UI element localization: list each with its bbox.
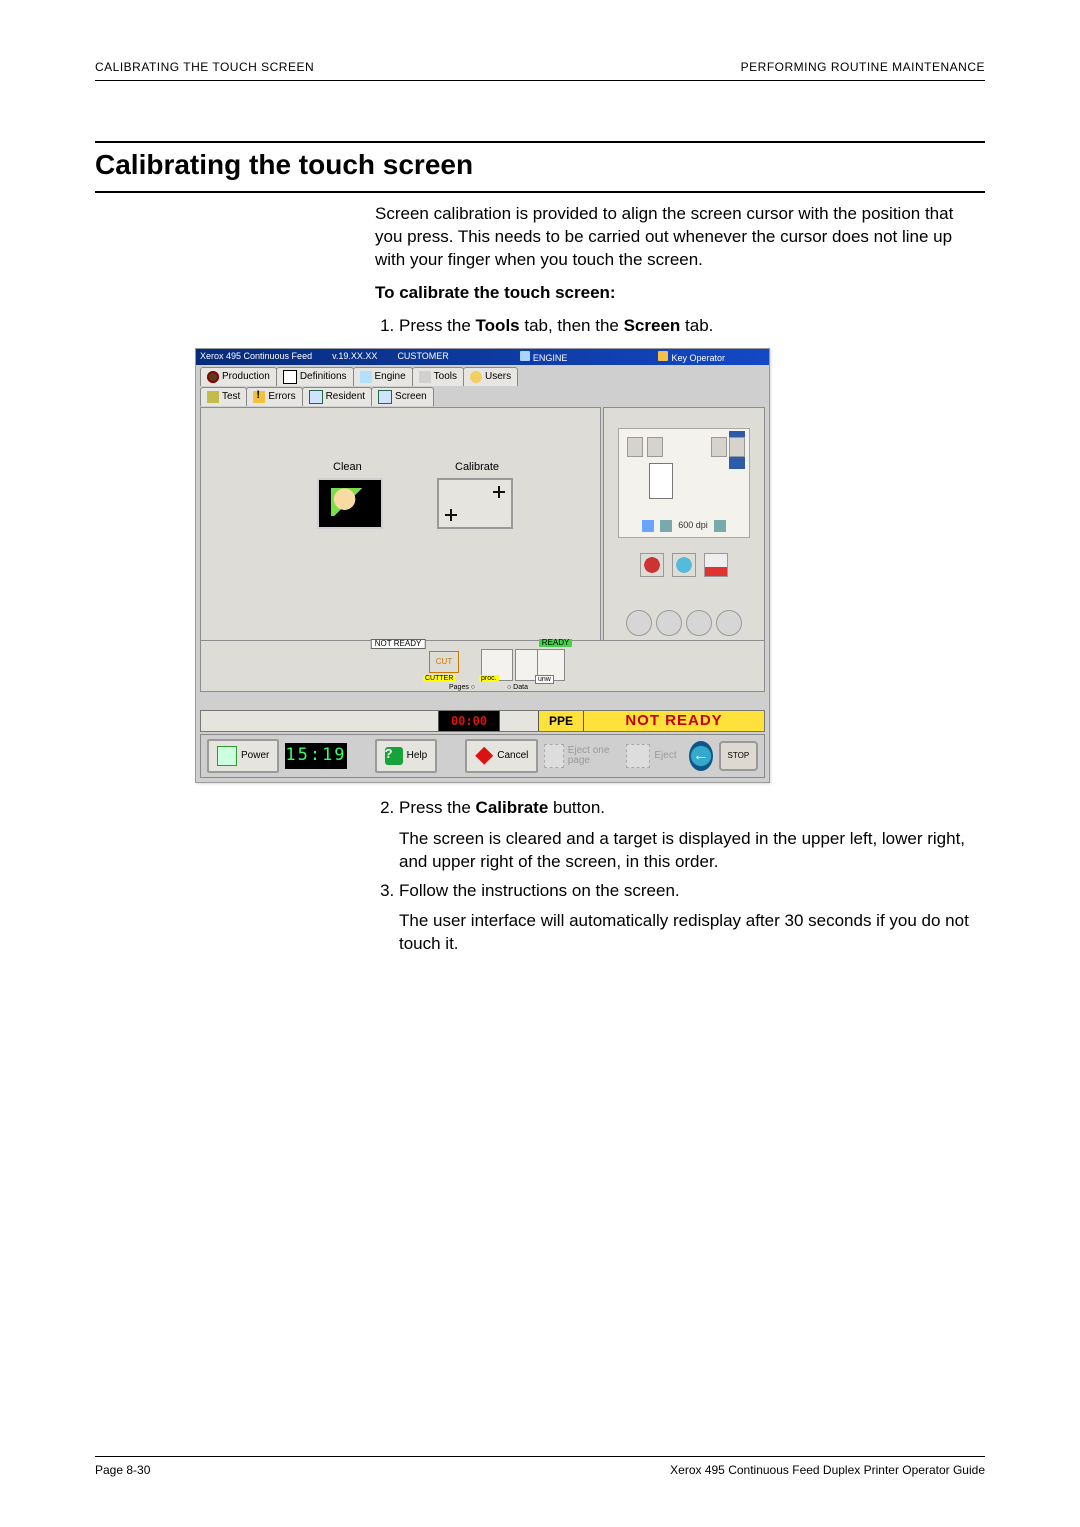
status-icon[interactable] bbox=[672, 553, 696, 577]
calibrate-button[interactable] bbox=[437, 478, 513, 529]
cutter-label: CUTTER bbox=[423, 675, 455, 682]
test-icon bbox=[207, 391, 219, 403]
titlebar-keyop-group: Key Operator bbox=[658, 351, 745, 363]
errors-icon bbox=[253, 391, 265, 403]
step-2-follow: The screen is cleared and a target is di… bbox=[399, 828, 985, 874]
running-footer: Page 8-30 Xerox 495 Continuous Feed Dupl… bbox=[95, 1456, 985, 1477]
tab-errors[interactable]: Errors bbox=[246, 387, 302, 406]
target-icon bbox=[493, 486, 505, 498]
engine-tab-icon bbox=[360, 371, 372, 383]
step-1: Press the Tools tab, then the Screen tab… bbox=[399, 315, 985, 338]
main-tabs: Production Definitions Engine Tools User… bbox=[200, 367, 517, 386]
tab-resident[interactable]: Resident bbox=[302, 387, 372, 406]
calibrate-label: Calibrate bbox=[455, 462, 499, 473]
back-round-button[interactable]: ← bbox=[689, 741, 713, 771]
mimic-slot-icon bbox=[649, 463, 673, 499]
clean-button[interactable] bbox=[317, 478, 383, 529]
header-rule bbox=[95, 80, 985, 81]
resident-icon bbox=[309, 390, 323, 404]
guide-title: Xerox 495 Continuous Feed Duplex Printer… bbox=[670, 1463, 985, 1477]
tab-production[interactable]: Production bbox=[200, 367, 277, 386]
tab-tools[interactable]: Tools bbox=[412, 367, 464, 386]
button-bar: Power 15:19 ? Help Cancel Eject one page… bbox=[200, 734, 765, 778]
users-icon bbox=[470, 371, 482, 383]
running-header-right: PERFORMING ROUTINE MAINTENANCE bbox=[741, 60, 985, 74]
cancel-button[interactable]: Cancel bbox=[465, 739, 538, 773]
titlebar-engine-group: ENGINE bbox=[520, 351, 588, 363]
mimic-chip-icon bbox=[729, 457, 745, 469]
data-label: ○ Data bbox=[507, 684, 528, 691]
tab-definitions[interactable]: Definitions bbox=[276, 367, 354, 386]
status-clock: 00:00 bbox=[438, 711, 499, 731]
titlebar-product: Xerox 495 Continuous Feed bbox=[200, 352, 312, 361]
step-3-follow: The user interface will automatically re… bbox=[399, 910, 985, 956]
tab-screen[interactable]: Screen bbox=[371, 387, 434, 406]
screen-icon bbox=[378, 390, 392, 404]
intro-paragraph: Screen calibration is provided to align … bbox=[375, 203, 985, 272]
status-not-ready: NOT READY bbox=[583, 711, 764, 731]
nav-last-button[interactable] bbox=[716, 610, 742, 636]
resolution-icon[interactable] bbox=[714, 520, 726, 532]
status-icon[interactable] bbox=[704, 553, 728, 577]
help-button[interactable]: ? Help bbox=[375, 739, 438, 773]
production-icon bbox=[207, 371, 219, 383]
power-icon bbox=[217, 746, 237, 766]
procedure-heading: To calibrate the touch screen: bbox=[375, 282, 985, 305]
keyboard-icon bbox=[626, 744, 650, 768]
nav-prev-button[interactable] bbox=[656, 610, 682, 636]
tools-icon bbox=[419, 371, 431, 383]
keyboard-icon bbox=[544, 744, 563, 768]
tab-test[interactable]: Test bbox=[200, 387, 247, 406]
clean-label: Clean bbox=[333, 462, 362, 473]
nav-first-button[interactable] bbox=[626, 610, 652, 636]
not-ready-chip: NOT READY bbox=[371, 639, 426, 649]
print-mode-icon[interactable] bbox=[660, 520, 672, 532]
help-icon: ? bbox=[385, 747, 403, 765]
step-2: Press the Calibrate button. The screen i… bbox=[399, 797, 985, 874]
eject-button[interactable]: Eject bbox=[626, 744, 676, 768]
status-blank bbox=[499, 711, 538, 731]
running-header: CALIBRATING THE TOUCH SCREEN PERFORMING … bbox=[95, 60, 985, 80]
status-bar: 00:00 PPE NOT READY bbox=[200, 710, 765, 732]
cancel-icon bbox=[475, 747, 493, 765]
proc-label: proc. bbox=[479, 675, 499, 682]
unw-label: unw bbox=[535, 675, 554, 684]
step-3: Follow the instructions on the screen. T… bbox=[399, 880, 985, 957]
screen-panel: Clean Calibrate bbox=[200, 407, 601, 643]
definitions-icon bbox=[283, 370, 297, 384]
stop-button[interactable]: STOP bbox=[719, 741, 758, 771]
status-icon[interactable] bbox=[640, 553, 664, 577]
ready-chip: READY bbox=[539, 639, 573, 647]
page-number: Page 8-30 bbox=[95, 1463, 150, 1477]
nav-next-button[interactable] bbox=[686, 610, 712, 636]
pages-label: Pages ○ bbox=[449, 684, 475, 691]
tab-users[interactable]: Users bbox=[463, 367, 518, 386]
speaker-icon[interactable] bbox=[642, 520, 654, 532]
cut-button[interactable]: CUT bbox=[429, 651, 459, 673]
mimic-diagram: 600 dpi bbox=[618, 428, 750, 538]
titlebar-version: v.19.XX.XX bbox=[332, 352, 377, 361]
target-icon bbox=[445, 509, 457, 521]
embedded-screenshot: Xerox 495 Continuous Feed v.19.XX.XX CUS… bbox=[195, 348, 770, 783]
titlebar: Xerox 495 Continuous Feed v.19.XX.XX CUS… bbox=[196, 349, 769, 365]
paper-path-panel: NOT READY READY CUT CUTTER proc. unw Pag… bbox=[200, 640, 765, 692]
status-ppe: PPE bbox=[538, 711, 583, 731]
sidebar-panel: 600 dpi bbox=[603, 407, 765, 643]
dpi-label: 600 dpi bbox=[678, 521, 708, 530]
eject-one-page-button[interactable]: Eject one page bbox=[544, 744, 620, 768]
section-title: Calibrating the touch screen bbox=[95, 141, 985, 193]
engine-icon bbox=[520, 351, 530, 361]
tab-engine[interactable]: Engine bbox=[353, 367, 413, 386]
key-operator-icon bbox=[658, 351, 668, 361]
clock-display: 15:19 bbox=[285, 743, 346, 769]
titlebar-customer: CUSTOMER bbox=[397, 352, 448, 361]
sub-tabs: Test Errors Resident Screen bbox=[200, 387, 433, 406]
running-header-left: CALIBRATING THE TOUCH SCREEN bbox=[95, 60, 314, 74]
power-button[interactable]: Power bbox=[207, 739, 279, 773]
